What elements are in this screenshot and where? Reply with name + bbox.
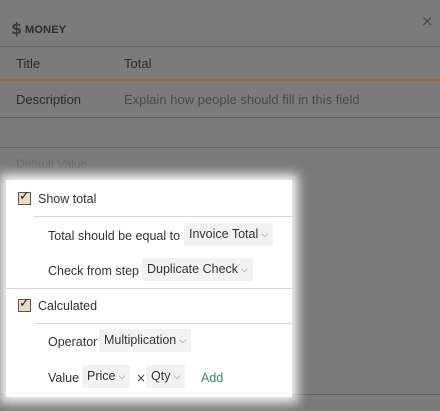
calculated-label: Calculated — [38, 299, 98, 313]
operand-1-dropdown[interactable]: Price ⌵ — [82, 365, 131, 388]
operand-2-value: Qty — [151, 369, 171, 383]
description-label: Description — [16, 92, 82, 107]
check-step-value: Duplicate Check — [147, 262, 239, 276]
blank-row — [0, 117, 440, 147]
title-input[interactable]: Total — [124, 56, 151, 71]
equal-to-label: Total should be equal to — [48, 229, 181, 243]
value-label: Value — [48, 371, 80, 385]
equal-to-value: Invoice Total — [189, 227, 259, 241]
default-value-label: Default Value — [16, 157, 88, 171]
multiply-symbol: × — [136, 371, 147, 385]
add-operand-link[interactable]: Add — [201, 371, 223, 385]
check-step-row: Check from step Duplicate Check ⌵ — [6, 252, 292, 288]
title-row[interactable]: Title Total — [0, 46, 440, 80]
operator-row: Operator Multiplication ⌵ — [6, 324, 292, 360]
calculated-row[interactable]: ✓ Calculated — [6, 289, 292, 324]
check-step-dropdown[interactable]: Duplicate Check ⌵ — [142, 258, 253, 281]
chevron-down-icon: ⌵ — [173, 372, 181, 382]
dollar-sign-icon: $ — [11, 19, 23, 38]
checkmark-icon: ✓ — [19, 189, 30, 204]
operator-dropdown[interactable]: Multiplication ⌵ — [99, 329, 192, 352]
check-step-label: Check from step — [48, 264, 140, 278]
show-total-row[interactable]: ✓ Show total — [6, 180, 292, 216]
checkmark-icon: ✓ — [19, 296, 30, 311]
field-header: $ MONEY × — [0, 0, 440, 46]
operand-2-dropdown[interactable]: Qty ⌵ — [146, 365, 186, 388]
operator-label: Operator — [48, 335, 98, 349]
chevron-down-icon: ⌵ — [241, 265, 248, 275]
default-value-row[interactable]: Default Value — [0, 147, 440, 181]
operator-value: Multiplication — [104, 333, 177, 347]
operand-1-value: Price — [87, 369, 116, 383]
show-total-checkbox[interactable]: ✓ — [18, 189, 31, 205]
equal-to-row: Total should be equal to Invoice Total ⌵ — [6, 217, 292, 252]
close-icon[interactable]: × — [421, 14, 434, 29]
equal-to-dropdown[interactable]: Invoice Total ⌵ — [184, 223, 274, 246]
chevron-down-icon: ⌵ — [179, 336, 187, 346]
chevron-down-icon: ⌵ — [118, 372, 126, 382]
title-label: Title — [16, 56, 41, 71]
field-type-label: MONEY — [25, 24, 67, 36]
options-panel: ✓ Show total Total should be equal to In… — [6, 180, 292, 397]
show-total-label: Show total — [38, 192, 97, 206]
description-input[interactable]: Explain how people should fill in this f… — [124, 92, 360, 107]
calculated-checkbox[interactable]: ✓ — [18, 296, 31, 312]
chevron-down-icon: ⌵ — [261, 230, 269, 240]
description-row[interactable]: Description Explain how people should fi… — [0, 81, 440, 117]
value-row: Value Price ⌵ × Qty ⌵ Add — [6, 360, 292, 396]
